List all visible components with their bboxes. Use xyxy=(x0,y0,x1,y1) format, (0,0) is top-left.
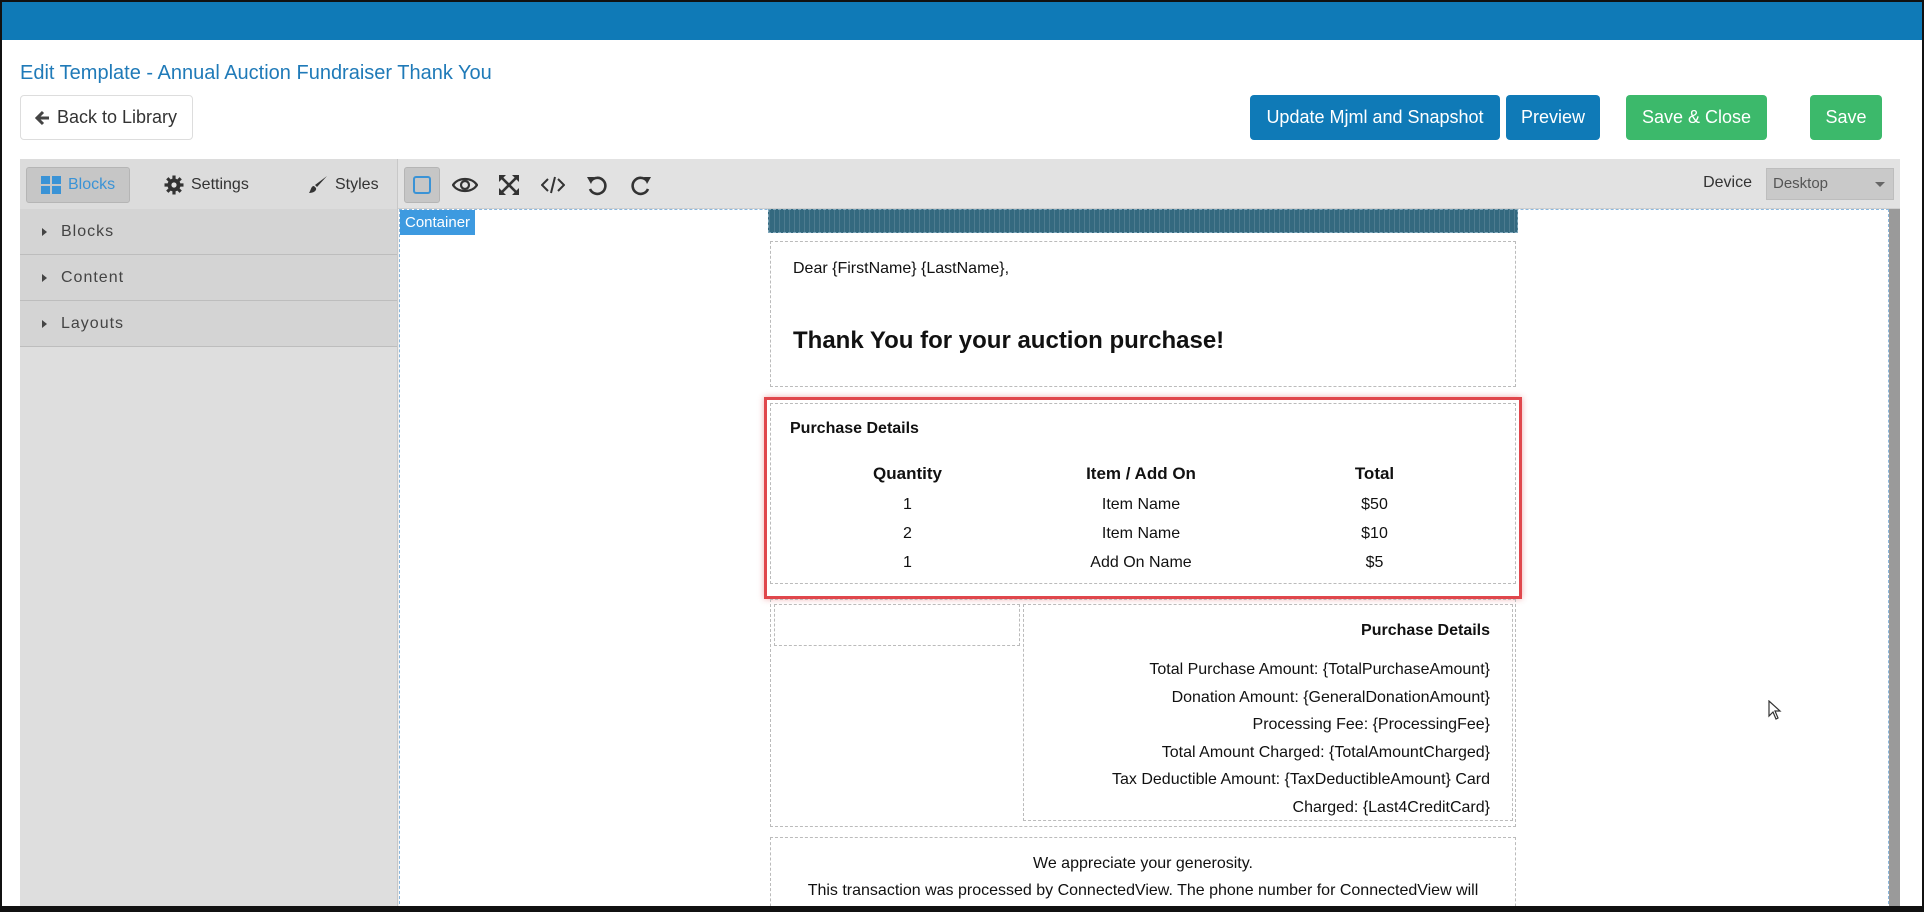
table-cell: Item Name xyxy=(1101,495,1181,513)
purchase-table: Quantity Item / Add On Total 1 Item Name… xyxy=(791,458,1491,577)
summary-line: Donation Amount: {GeneralDonationAmount} xyxy=(1171,688,1490,706)
table-cell: Item Name xyxy=(1101,524,1181,542)
tab-blocks-label: Blocks xyxy=(68,176,116,193)
column-header: Quantity xyxy=(873,464,942,483)
device-select[interactable]: Desktop xyxy=(1766,168,1894,200)
editor-toolbar: Blocks Settings Styles Device Desktop xyxy=(20,159,1900,209)
summary-line: Charged: {Last4CreditCard} xyxy=(1292,798,1490,816)
tab-settings-label: Settings xyxy=(191,176,249,193)
tab-styles-label: Styles xyxy=(335,176,379,193)
vertical-scrollbar[interactable] xyxy=(1889,209,1900,906)
table-cell: $5 xyxy=(1365,553,1384,571)
appreciation-text: We appreciate your generosity. xyxy=(1033,855,1253,872)
table-row: 2 Item Name $10 xyxy=(791,519,1491,548)
sidebar-item-label: Content xyxy=(61,268,125,286)
empty-column[interactable] xyxy=(774,604,1020,646)
tab-settings[interactable]: Settings xyxy=(150,167,263,203)
brush-icon xyxy=(309,176,327,193)
panel-tabs: Blocks Settings Styles xyxy=(20,159,398,209)
summary-line: Processing Fee: {ProcessingFee} xyxy=(1252,716,1490,733)
footer-section[interactable]: We appreciate your generosity. This tran… xyxy=(770,837,1516,906)
blocks-sidebar: Blocks Content Layouts xyxy=(20,209,398,906)
fullscreen-icon xyxy=(499,175,519,195)
table-row: 1 Item Name $50 xyxy=(791,490,1491,519)
purchase-details-section[interactable]: Purchase Details Quantity Item / Add On … xyxy=(764,397,1522,599)
purchase-details-title: Purchase Details xyxy=(790,420,919,437)
greeting-text: Dear {FirstName} {LastName}, xyxy=(793,260,1010,277)
sidebar-item-content[interactable]: Content xyxy=(20,255,397,301)
table-cell: Add On Name xyxy=(1090,553,1192,571)
code-icon xyxy=(541,176,565,194)
back-label: Back to Library xyxy=(57,107,178,127)
undo-icon xyxy=(587,176,607,196)
outline-toggle[interactable] xyxy=(404,167,440,203)
device-label: Device xyxy=(1703,174,1752,191)
header-banner[interactable] xyxy=(768,209,1518,233)
table-header-row: Quantity Item / Add On Total xyxy=(791,458,1491,490)
eye-icon xyxy=(452,177,478,193)
greeting-section[interactable]: Dear {FirstName} {LastName}, Thank You f… xyxy=(770,241,1516,387)
sidebar-item-blocks[interactable]: Blocks xyxy=(20,209,397,255)
column-header: Total xyxy=(1354,464,1395,483)
tab-styles[interactable]: Styles xyxy=(294,167,393,203)
top-bar xyxy=(2,2,1922,40)
grid-icon xyxy=(41,176,61,194)
table-cell: 2 xyxy=(903,524,912,542)
summary-line: Total Purchase Amount: {TotalPurchaseAmo… xyxy=(1149,661,1490,678)
summary-line: Tax Deductible Amount: {TaxDeductibleAmo… xyxy=(1112,771,1490,788)
table-cell: 1 xyxy=(903,495,912,513)
caret-right-icon xyxy=(42,319,47,328)
caret-right-icon xyxy=(42,227,47,236)
code-view-button[interactable] xyxy=(535,167,571,203)
device-value: Desktop xyxy=(1773,175,1829,192)
summary-lines: Total Purchase Amount: {TotalPurchaseAmo… xyxy=(1030,656,1490,821)
sidebar-item-layouts[interactable]: Layouts xyxy=(20,301,397,347)
summary-title: Purchase Details xyxy=(1361,622,1490,639)
table-cell: $10 xyxy=(1361,524,1388,542)
editor: Blocks Settings Styles Device Desktop Bl… xyxy=(20,159,1900,906)
app-window: Edit Template - Annual Auction Fundraise… xyxy=(0,0,1924,912)
undo-button[interactable] xyxy=(579,167,615,203)
summary-column[interactable]: Purchase Details Total Purchase Amount: … xyxy=(1023,604,1513,821)
arrow-left-icon xyxy=(35,110,49,125)
redo-button[interactable] xyxy=(623,167,659,203)
gear-icon xyxy=(164,175,184,195)
summary-section[interactable]: Purchase Details Total Purchase Amount: … xyxy=(770,599,1516,827)
save-close-button[interactable]: Save & Close xyxy=(1626,95,1767,140)
page-title: Edit Template - Annual Auction Fundraise… xyxy=(20,62,492,84)
design-canvas[interactable]: Container Dear {FirstName} {LastName}, T… xyxy=(399,209,1900,906)
sidebar-item-label: Layouts xyxy=(61,314,125,332)
preview-button[interactable]: Preview xyxy=(1506,95,1600,140)
update-mjml-button[interactable]: Update Mjml and Snapshot xyxy=(1250,95,1500,140)
thanks-heading: Thank You for your auction purchase! xyxy=(793,327,1225,354)
table-cell: $50 xyxy=(1361,495,1388,513)
preview-toggle[interactable] xyxy=(447,167,483,203)
table-row: 1 Add On Name $5 xyxy=(791,548,1491,577)
outline-icon xyxy=(413,176,431,194)
column-header: Item / Add On xyxy=(1086,464,1196,483)
caret-right-icon xyxy=(42,273,47,282)
redo-icon xyxy=(631,176,651,196)
chevron-down-icon xyxy=(1875,182,1885,187)
summary-line: Total Amount Charged: {TotalAmountCharge… xyxy=(1161,743,1490,761)
tab-blocks[interactable]: Blocks xyxy=(26,167,131,203)
save-button[interactable]: Save xyxy=(1810,95,1882,140)
table-cell: 1 xyxy=(903,553,912,571)
sidebar-item-label: Blocks xyxy=(61,222,115,240)
container-badge: Container xyxy=(400,210,476,235)
back-to-library-button[interactable]: Back to Library xyxy=(20,95,193,140)
processed-by-text: This transaction was processed by Connec… xyxy=(807,882,1479,899)
fullscreen-toggle[interactable] xyxy=(491,167,527,203)
mouse-cursor-icon xyxy=(1768,700,1782,720)
